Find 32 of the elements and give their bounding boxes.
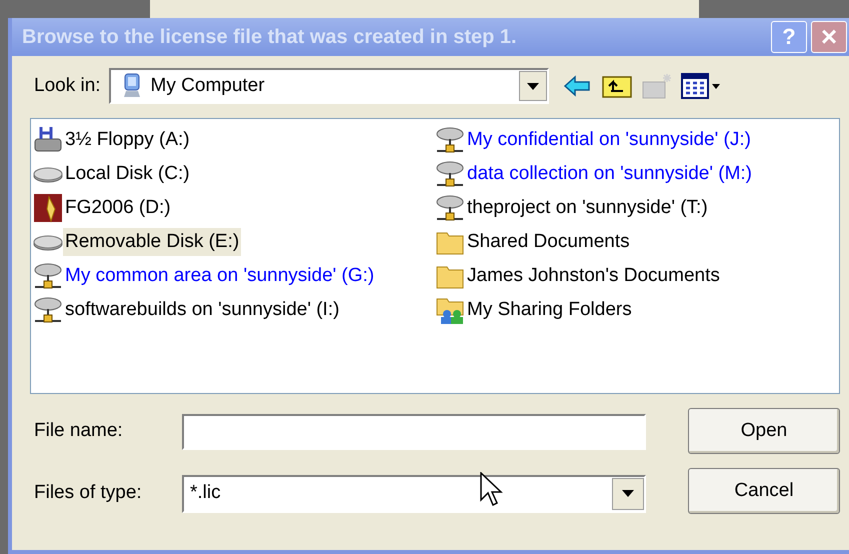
cancel-button[interactable]: Cancel bbox=[688, 468, 840, 514]
mouse-pointer-icon bbox=[480, 472, 504, 508]
look-in-label: Look in: bbox=[34, 74, 101, 98]
network-drive-icon bbox=[435, 159, 465, 189]
network-drive-icon bbox=[33, 261, 63, 291]
file-list-item[interactable]: 3½ Floppy (A:) bbox=[63, 126, 192, 154]
window-title: Browse to the license file that was created in step 1. bbox=[22, 25, 518, 50]
files-of-type-label: Files of type: bbox=[34, 481, 143, 506]
file-list-item[interactable]: My confidential on 'sunnyside' (J:) bbox=[465, 126, 753, 154]
network-drive-icon bbox=[435, 193, 465, 223]
file-list-item[interactable]: FG2006 (D:) bbox=[63, 194, 173, 222]
file-list-item[interactable]: Local Disk (C:) bbox=[63, 160, 192, 188]
file-list-item[interactable]: data collection on 'sunnyside' (M:) bbox=[465, 160, 754, 188]
file-name-field[interactable] bbox=[182, 414, 646, 450]
look-in-dropdown[interactable]: My Computer bbox=[108, 68, 549, 104]
view-menu-icon[interactable] bbox=[680, 73, 721, 99]
file-name-label: File name: bbox=[34, 419, 124, 444]
back-arrow-icon[interactable] bbox=[562, 74, 593, 98]
network-drive-icon bbox=[435, 125, 465, 155]
open-button[interactable]: Open bbox=[688, 408, 840, 454]
files-of-type-dropdown[interactable]: *.lic bbox=[182, 474, 646, 512]
file-list-item[interactable]: My Sharing Folders bbox=[465, 296, 634, 324]
files-of-type-value: *.lic bbox=[190, 481, 221, 506]
network-drive-icon bbox=[33, 295, 63, 325]
file-list-item[interactable]: softwarebuilds on 'sunnyside' (I:) bbox=[63, 296, 342, 324]
file-list-item[interactable]: James Johnston's Documents bbox=[465, 262, 722, 290]
file-list-item[interactable]: Removable Disk (E:) bbox=[63, 228, 242, 256]
file-list-item[interactable]: theproject on 'sunnyside' (T:) bbox=[465, 194, 710, 222]
file-list-item[interactable]: Shared Documents bbox=[465, 228, 632, 256]
look-in-value: My Computer bbox=[150, 74, 266, 98]
application-icon bbox=[33, 193, 63, 223]
file-list-item[interactable]: My common area on 'sunnyside' (G:) bbox=[63, 262, 376, 290]
